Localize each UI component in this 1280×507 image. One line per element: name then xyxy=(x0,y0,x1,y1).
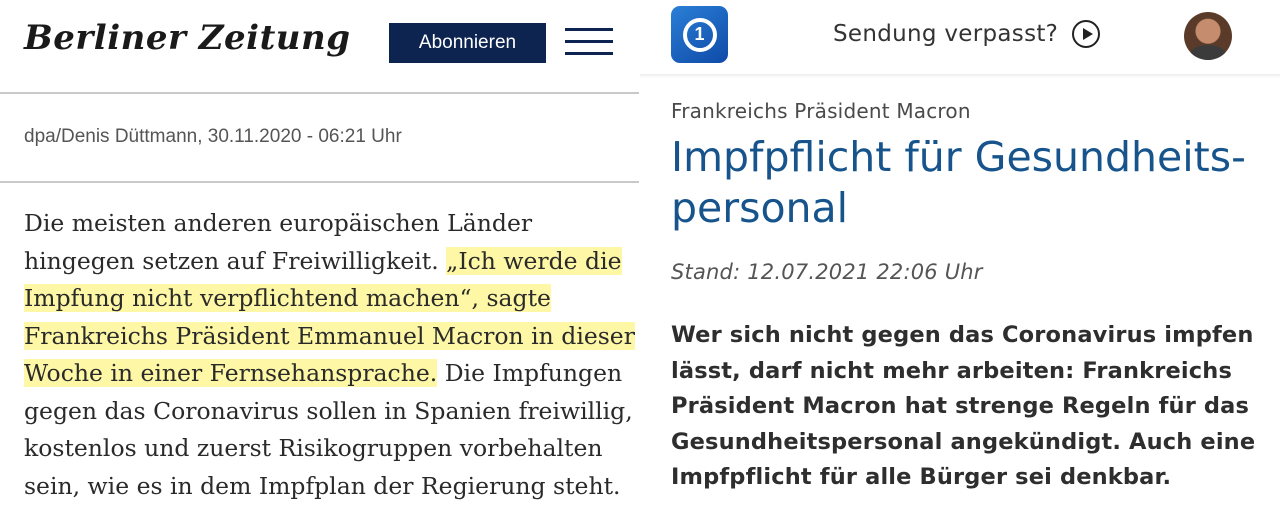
highlighted-quote: „Ich werde die xyxy=(446,246,622,275)
article-line: Woche in einer Fernsehansprache. Die Imp… xyxy=(24,359,623,387)
article-line: Impfung nicht verpflichtend machen“, sag… xyxy=(24,280,624,318)
article-line: hingegen setzen auf Freiwilligkeit. „Ich… xyxy=(24,246,622,275)
highlighted-quote: Frankreichs Präsident Emmanuel Macron in… xyxy=(24,321,635,350)
hamburger-menu-icon[interactable] xyxy=(565,28,613,58)
subscribe-button[interactable]: Abonnieren xyxy=(389,23,546,63)
divider xyxy=(0,92,639,94)
missed-broadcast-link[interactable]: Sendung verpasst? xyxy=(833,18,1101,50)
article-body: Die meisten anderen europäischen Länder … xyxy=(24,205,635,505)
article-topline: Frankreichs Präsident Macron xyxy=(671,99,971,123)
ard-logo-icon[interactable]: 1 xyxy=(671,6,728,63)
article-timestamp: Stand: 12.07.2021 22:06 Uhr xyxy=(671,260,983,284)
user-avatar[interactable] xyxy=(1184,12,1232,60)
berliner-zeitung-panel: Berliner Zeitung Abonnieren dpa/Denis Dü… xyxy=(0,0,640,507)
berliner-zeitung-logo[interactable]: Berliner Zeitung xyxy=(24,18,351,58)
article-line: Die meisten anderen europäischen Länder xyxy=(24,209,533,237)
article-line: gegen das Coronavirus sollen in Spanien … xyxy=(24,396,633,425)
missed-broadcast-label: Sendung verpasst? xyxy=(833,21,1059,47)
article-line: sein, wie es in dem Impfplan der Regieru… xyxy=(24,471,621,500)
play-circle-icon[interactable] xyxy=(1072,20,1101,48)
highlighted-quote: Woche in einer Fernsehansprache. xyxy=(24,359,438,387)
photo-credit: dpa/Denis Düttmann, 30.11.2020 - 06:21 U… xyxy=(24,126,402,147)
article-line: Frankreichs Präsident Emmanuel Macron in… xyxy=(24,318,635,356)
divider xyxy=(0,181,639,183)
article-headline: Impfpflicht für Gesundheits- personal xyxy=(671,133,1246,232)
article-lead: Wer sich nicht gegen das Coronavirus imp… xyxy=(671,322,1256,490)
article-line: kostenlos und zuerst Risikogruppen vorbe… xyxy=(24,434,603,462)
tagesschau-panel: 1 Sendung verpasst? Frankreichs Präsiden… xyxy=(640,0,1280,507)
highlighted-quote: Impfung nicht verpflichtend machen“, sag… xyxy=(24,284,551,312)
header-divider xyxy=(640,74,1280,78)
